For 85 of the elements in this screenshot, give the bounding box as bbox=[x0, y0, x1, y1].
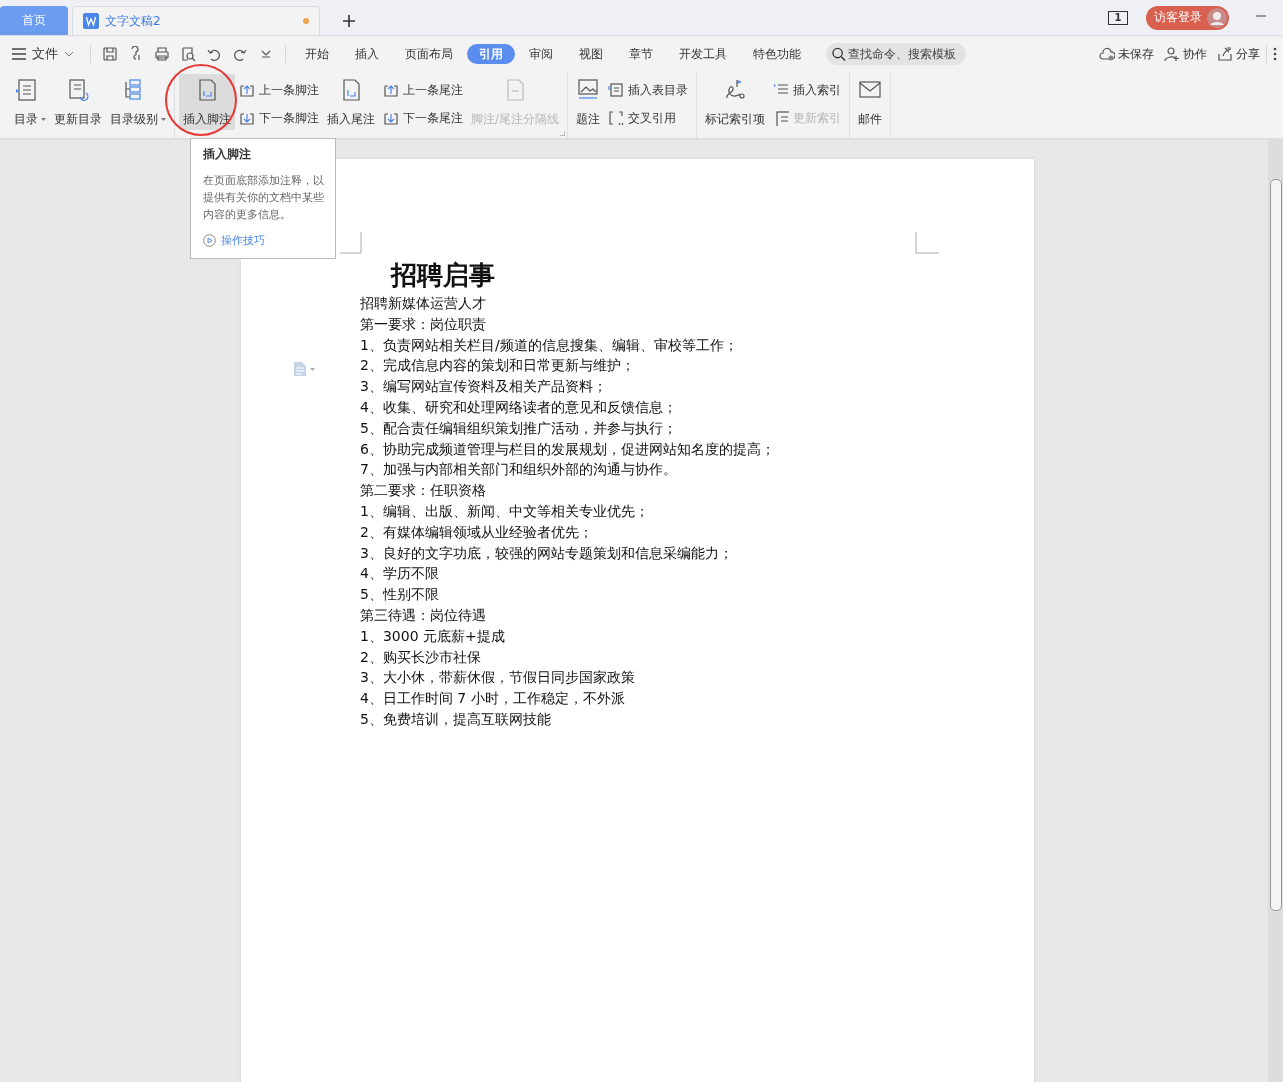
arrow-down-icon bbox=[239, 110, 255, 126]
toolbar-action[interactable]: 协作 bbox=[1164, 45, 1207, 63]
more-icon bbox=[1273, 47, 1277, 61]
text-line: 5、配合责任编辑组织策划推广活动，并参与执行； bbox=[360, 418, 678, 438]
file-menu[interactable]: 文件 bbox=[12, 45, 74, 63]
text-line: 1、3000 元底薪+提成 bbox=[360, 626, 506, 646]
text-line: 6、协助完成频道管理与栏目的发展规划，促进网站知名度的提高； bbox=[360, 439, 776, 459]
arrow-down-icon bbox=[383, 110, 399, 126]
text-line: 第三待遇：岗位待遇 bbox=[360, 605, 487, 625]
ribbon-tab[interactable]: 特色功能 bbox=[741, 44, 813, 64]
tooltip-title: 插入脚注 bbox=[203, 147, 252, 162]
text-line: 第一要求：岗位职责 bbox=[360, 314, 487, 334]
print-icon[interactable] bbox=[154, 46, 170, 62]
plus-icon bbox=[342, 13, 356, 28]
text-line: 2、完成信息内容的策划和日常更新与维护； bbox=[360, 356, 636, 376]
list-icon bbox=[14, 78, 38, 102]
ribbon-tab[interactable]: 视图 bbox=[567, 44, 615, 64]
ribbon-button[interactable]: 插入尾注 bbox=[323, 74, 379, 130]
scrollbar-thumb[interactable] bbox=[1270, 179, 1282, 911]
text-line: 4、日工作时间 7 小时，工作稳定，不外派 bbox=[360, 689, 626, 709]
ribbon-button[interactable]: 目录 bbox=[10, 74, 42, 130]
document-icon bbox=[608, 82, 625, 98]
search-icon bbox=[832, 46, 846, 62]
play-icon bbox=[203, 234, 216, 247]
document-title: 招聘启事 bbox=[391, 259, 496, 292]
flag-icon bbox=[723, 78, 748, 102]
avatar-icon bbox=[1207, 7, 1227, 28]
text-line: 2、有媒体编辑领域从业经验者优先； bbox=[360, 522, 594, 542]
text-line: 5、免费培训，提高互联网技能 bbox=[360, 709, 552, 729]
menu-icon bbox=[12, 48, 26, 60]
ribbon-tab[interactable]: 开始 bbox=[293, 44, 341, 64]
ribbon-button[interactable]: 上一条尾注 bbox=[383, 81, 463, 99]
document-icon bbox=[294, 362, 306, 376]
text-line: 1、编辑、出版、新闻、中文等相关专业优先； bbox=[360, 501, 650, 521]
user-add-icon bbox=[1164, 46, 1180, 62]
image-icon bbox=[576, 78, 601, 102]
ribbon-button[interactable]: 邮件 bbox=[854, 74, 887, 130]
dropdown-caret-icon bbox=[310, 367, 315, 371]
print-preview-icon[interactable] bbox=[180, 46, 196, 62]
document-tab[interactable]: 文字文稿2 bbox=[72, 6, 320, 35]
arrow-up-icon bbox=[383, 82, 399, 98]
text-line: 3、良好的文字功底，较强的网站专题策划和信息采编能力； bbox=[360, 543, 734, 563]
ribbon-button[interactable]: 更新目录 bbox=[50, 74, 106, 130]
toolbar-action[interactable]: 分享 bbox=[1217, 45, 1260, 63]
text-line: 7、加强与内部相关部门和组织外部的沟通与协作。 bbox=[360, 460, 678, 480]
chevron-down-icon bbox=[64, 51, 74, 57]
arrow-up-icon bbox=[239, 82, 255, 98]
ribbon-button[interactable]: 下一条尾注 bbox=[383, 109, 463, 127]
ribbon-button[interactable]: 交叉引用 bbox=[608, 109, 689, 127]
ribbon-button[interactable]: 目录级别 bbox=[106, 74, 162, 130]
ribbon-button[interactable]: 插入索引 bbox=[773, 81, 842, 99]
tooltip-text: 在页面底部添加注释，以提供有关你的文档中某些内容的更多信息。 bbox=[203, 173, 325, 223]
ribbon-tab[interactable]: 审阅 bbox=[517, 44, 565, 64]
text-line: 第二要求：任职资格 bbox=[360, 481, 487, 501]
text-line: 3、编写网站宣传资料及相关产品资料； bbox=[360, 377, 608, 397]
ribbon-button[interactable]: 题注 bbox=[572, 74, 605, 130]
ribbon-button[interactable]: 插入表目录 bbox=[608, 81, 689, 99]
page-count-indicator[interactable]: 1 bbox=[1108, 10, 1128, 25]
scrollbar[interactable] bbox=[1268, 140, 1283, 1082]
corner-mark-icon bbox=[915, 232, 939, 254]
search-field[interactable]: 查找命令、搜索模板 bbox=[826, 43, 966, 65]
text-line: 3、大小休，带薪休假，节假日同步国家政策 bbox=[360, 668, 636, 688]
cloud-icon bbox=[1099, 46, 1115, 62]
text-line: 招聘新媒体运营人才 bbox=[360, 294, 487, 313]
ribbon-tab[interactable]: 章节 bbox=[617, 44, 665, 64]
save-icon[interactable] bbox=[102, 46, 118, 62]
text-line: 4、学历不限 bbox=[360, 564, 440, 584]
text-line: 4、收集、研究和处理网络读者的意见和反馈信息； bbox=[360, 398, 678, 417]
ribbon-tab[interactable]: 页面布局 bbox=[393, 44, 465, 64]
ribbon-button[interactable]: 下一条脚注 bbox=[239, 109, 319, 127]
ribbon-button[interactable]: 上一条脚注 bbox=[239, 81, 319, 99]
tips-link[interactable]: 操作技巧 bbox=[203, 233, 265, 248]
corner-mark-icon bbox=[340, 232, 362, 254]
ribbon-tab[interactable]: 开发工具 bbox=[667, 44, 739, 64]
unsaved-dot-icon bbox=[303, 18, 309, 24]
ribbon-button[interactable]: 标记索引项 bbox=[701, 74, 770, 130]
toolbar-action[interactable]: 未保存 bbox=[1099, 45, 1154, 63]
text-line: 5、性别不限 bbox=[360, 585, 440, 605]
share-icon bbox=[1217, 46, 1233, 62]
bracket-icon bbox=[608, 110, 625, 126]
text-line: 2、购买长沙市社保 bbox=[360, 647, 482, 667]
login-button[interactable]: 访客登录 bbox=[1146, 5, 1229, 30]
text-line: 1、负责网站相关栏目/频道的信息搜集、编辑、审校等工作； bbox=[360, 335, 739, 355]
ribbon-tab[interactable]: 插入 bbox=[343, 44, 391, 64]
document-app-icon bbox=[83, 13, 99, 29]
